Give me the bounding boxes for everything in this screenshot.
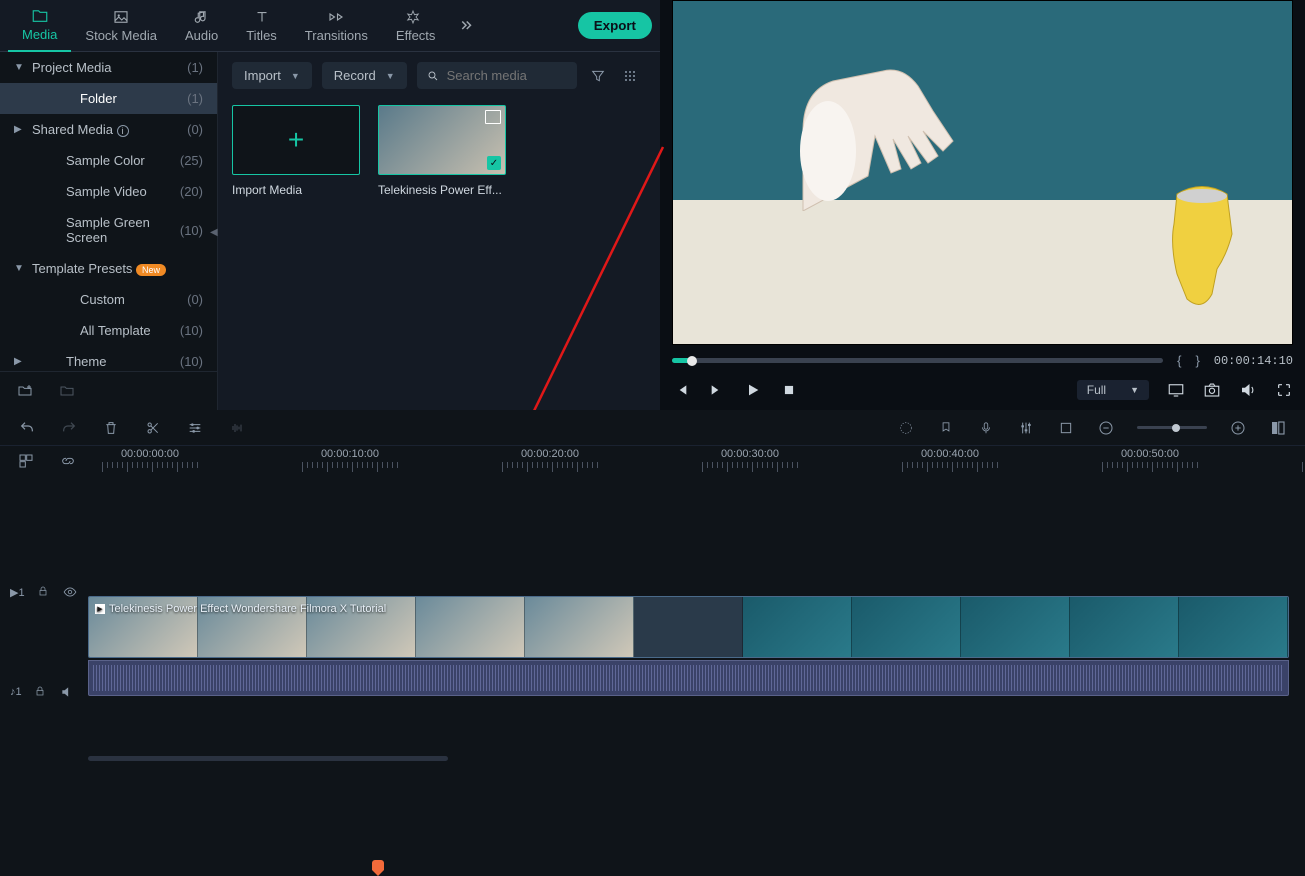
new-folder-icon[interactable] xyxy=(14,380,36,402)
sidebar-item-custom[interactable]: Custom (0) xyxy=(0,284,217,315)
video-preview[interactable] xyxy=(672,0,1293,345)
sidebar-item-sample-video[interactable]: Sample Video (20) xyxy=(0,176,217,207)
import-media-card[interactable]: + Import Media xyxy=(232,105,360,197)
media-sidebar: ▼Project Media (1)Folder (1)▶Shared Medi… xyxy=(0,52,218,410)
next-frame-icon[interactable] xyxy=(708,381,726,399)
prev-frame-icon[interactable] xyxy=(672,381,690,399)
fullscreen-icon[interactable] xyxy=(1275,381,1293,399)
audio-wave-icon[interactable] xyxy=(228,419,246,437)
media-clip-card[interactable]: ✓ Telekinesis Power Eff... xyxy=(378,105,506,197)
timeline-ruler[interactable]: 00:00:00:0000:00:10:0000:00:20:0000:00:3… xyxy=(102,446,1305,480)
mark-out-icon[interactable]: } xyxy=(1195,353,1199,368)
check-icon: ✓ xyxy=(487,156,501,170)
render-icon[interactable] xyxy=(897,419,915,437)
sidebar-item-folder[interactable]: Folder (1) xyxy=(0,83,217,114)
crop-icon[interactable] xyxy=(1057,419,1075,437)
video-type-icon xyxy=(485,110,501,124)
zoom-slider[interactable] xyxy=(1137,426,1207,429)
timeline-panel: 00:00:00:0000:00:10:0000:00:20:0000:00:3… xyxy=(0,410,1305,761)
link-icon[interactable] xyxy=(60,453,80,473)
visibility-icon[interactable] xyxy=(63,585,77,599)
tab-transitions[interactable]: Transitions xyxy=(291,0,382,52)
record-dropdown[interactable]: Record▼ xyxy=(322,62,407,89)
audio-track-icon: ♪1 xyxy=(10,686,22,698)
redo-icon[interactable] xyxy=(60,419,78,437)
import-dropdown[interactable]: Import▼ xyxy=(232,62,312,89)
play-icon[interactable] xyxy=(744,381,762,399)
search-input[interactable] xyxy=(447,68,567,83)
voiceover-icon[interactable] xyxy=(977,419,995,437)
lock-icon[interactable] xyxy=(34,685,48,699)
display-icon[interactable] xyxy=(1167,381,1185,399)
mark-in-icon[interactable]: { xyxy=(1177,353,1181,368)
zoom-out-icon[interactable] xyxy=(1097,419,1115,437)
preview-progress[interactable] xyxy=(672,358,1163,363)
tab-stock-media[interactable]: Stock Media xyxy=(71,0,171,52)
preview-content xyxy=(793,51,993,211)
scrollbar[interactable] xyxy=(88,756,448,761)
preview-content-2 xyxy=(1162,184,1242,314)
preview-panel: { } 00:00:14:10 Full▼ xyxy=(660,0,1305,410)
marker-icon[interactable] xyxy=(937,419,955,437)
main-tabs: Media Stock Media Audio Titles Transitio… xyxy=(0,0,660,52)
preview-timecode: 00:00:14:10 xyxy=(1214,354,1293,368)
tab-more[interactable] xyxy=(449,0,483,52)
export-button[interactable]: Export xyxy=(578,12,652,39)
quality-dropdown[interactable]: Full▼ xyxy=(1077,380,1149,400)
lock-icon[interactable] xyxy=(37,585,51,599)
tab-audio[interactable]: Audio xyxy=(171,0,232,52)
audio-waveform[interactable] xyxy=(88,660,1289,696)
delete-icon[interactable] xyxy=(102,419,120,437)
fit-icon[interactable] xyxy=(1269,419,1287,437)
volume-icon[interactable] xyxy=(1239,381,1257,399)
tab-titles[interactable]: Titles xyxy=(232,0,291,52)
zoom-in-icon[interactable] xyxy=(1229,419,1247,437)
tab-effects[interactable]: Effects xyxy=(382,0,450,52)
folder-icon[interactable] xyxy=(56,380,78,402)
timeline-options-icon[interactable] xyxy=(18,453,38,473)
stop-icon[interactable] xyxy=(780,381,798,399)
audio-mixer-icon[interactable] xyxy=(1017,419,1035,437)
sidebar-item-sample-color[interactable]: Sample Color (25) xyxy=(0,145,217,176)
collapse-sidebar-icon[interactable]: ◀ xyxy=(210,227,218,238)
search-media[interactable] xyxy=(417,62,577,89)
plus-icon: + xyxy=(232,105,360,175)
media-panel: ◀ Import▼ Record▼ + Import Media xyxy=(218,52,660,410)
sidebar-item-template-presets[interactable]: ▼Template Presets New xyxy=(0,253,217,284)
sidebar-item-shared-media[interactable]: ▶Shared Media i(0) xyxy=(0,114,217,145)
sidebar-item-sample-green-screen[interactable]: Sample Green Screen (10) xyxy=(0,207,217,253)
sidebar-item-project-media[interactable]: ▼Project Media (1) xyxy=(0,52,217,83)
tab-media[interactable]: Media xyxy=(8,0,71,52)
mute-icon[interactable] xyxy=(60,685,74,699)
grid-view-icon[interactable] xyxy=(619,65,641,87)
snapshot-icon[interactable] xyxy=(1203,381,1221,399)
split-icon[interactable] xyxy=(144,419,162,437)
sidebar-item-all-template[interactable]: All Template (10) xyxy=(0,315,217,346)
undo-icon[interactable] xyxy=(18,419,36,437)
video-track-icon: ▶1 xyxy=(10,586,25,599)
filter-icon[interactable] xyxy=(587,65,609,87)
adjust-icon[interactable] xyxy=(186,419,204,437)
video-track: ▶1 ▶Telekinesis Power Effect Wondershare… xyxy=(0,538,1305,646)
timeline-clip[interactable]: ▶Telekinesis Power Effect Wondershare Fi… xyxy=(88,596,1289,658)
